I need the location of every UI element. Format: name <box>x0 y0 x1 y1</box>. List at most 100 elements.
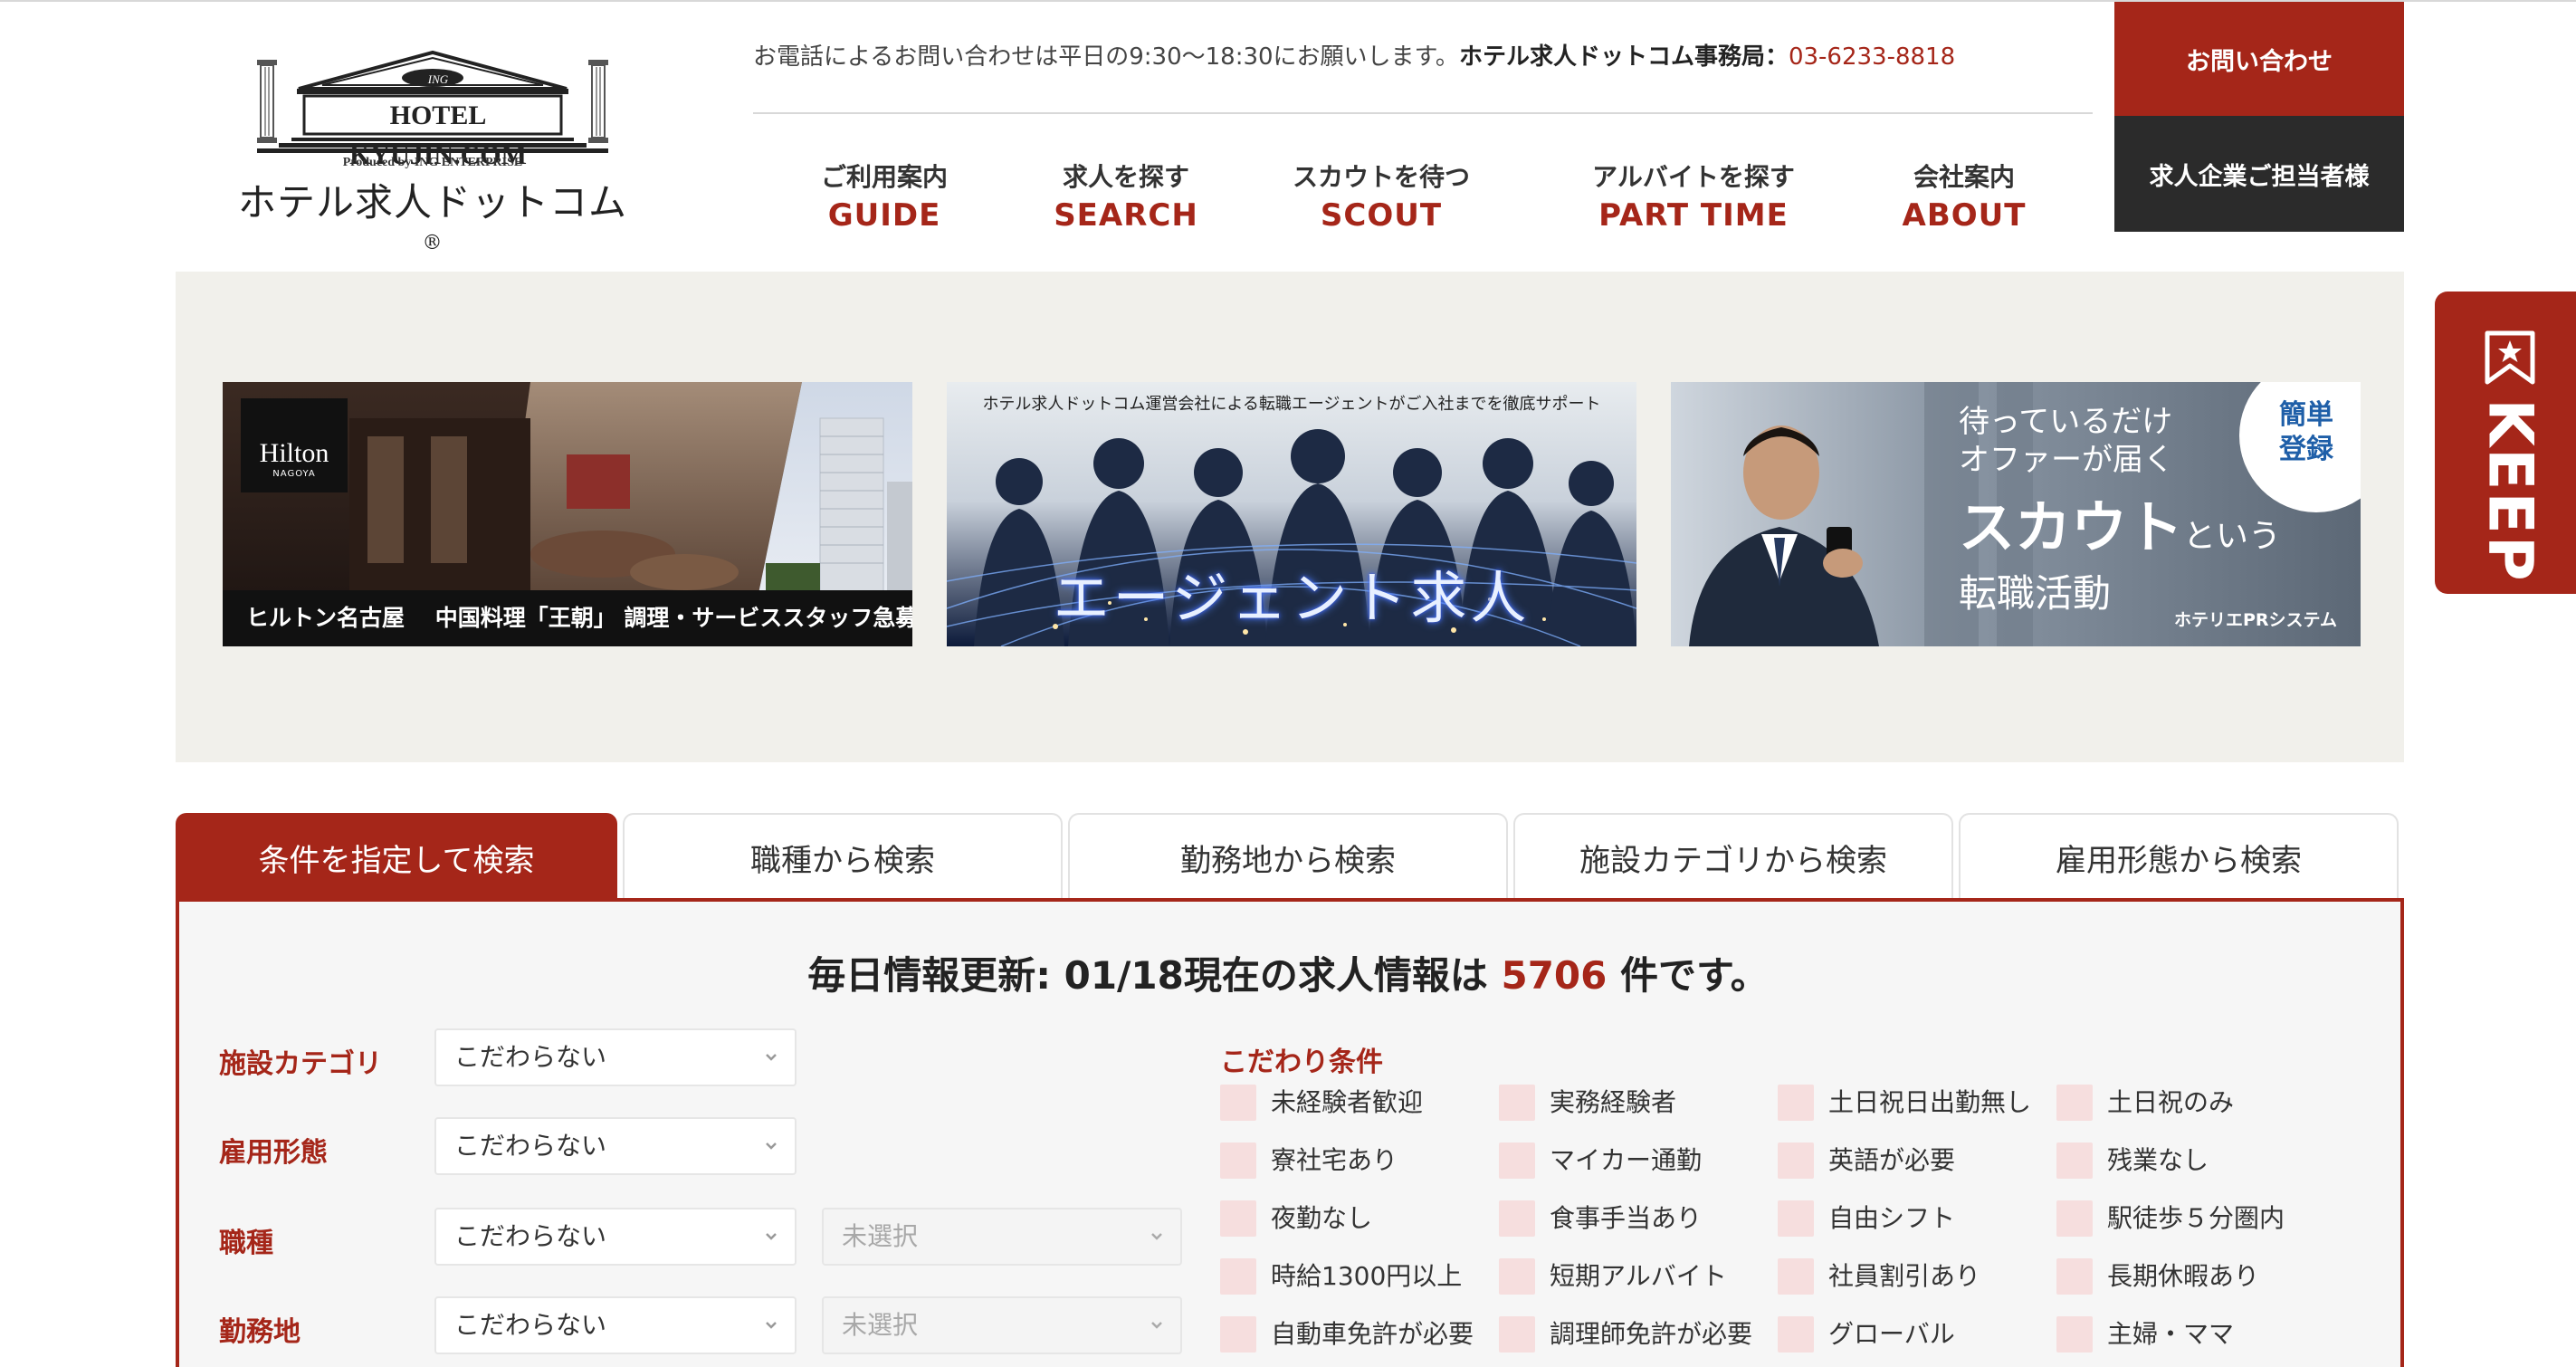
tab-facility-search[interactable]: 施設カテゴリから検索 <box>1513 813 1953 900</box>
job-type-select[interactable]: こだわらない <box>434 1208 797 1266</box>
checkbox-label: 調理師免許が必要 <box>1550 1319 1753 1349</box>
employer-button[interactable]: 求人企業ご担当者様 <box>2114 116 2404 232</box>
checkbox-label: 英語が必要 <box>1828 1145 1956 1175</box>
employment-label: 雇用形態 <box>219 1137 328 1169</box>
nav-guide[interactable]: ご利用案内 GUIDE <box>798 161 970 237</box>
checkbox-label: 駅徒歩５分圏内 <box>2107 1203 2285 1233</box>
banner-hilton[interactable]: Hilton NAGOYA ヒルトン名古屋 中国料理「王朝」 調理・サービススタ… <box>223 382 912 646</box>
banner-scout[interactable]: 簡単 登録 待っているだけ オファーが届く スカウトという 転職活動 ホテリエP… <box>1671 382 2361 646</box>
scout-line-2: オファーが届く <box>1959 442 2174 478</box>
checkbox-label: 短期アルバイト <box>1550 1261 1727 1291</box>
chevron-down-icon <box>766 1322 777 1329</box>
nav-search-en: SEARCH <box>1054 197 1198 234</box>
checkbox-box[interactable] <box>2056 1142 2093 1179</box>
job-count-prefix: 毎日情報更新: 01/18現在の求人情報は <box>807 953 1502 998</box>
inquiry-button[interactable]: お問い合わせ <box>2114 2 2404 116</box>
chevron-down-icon <box>1151 1322 1162 1329</box>
facility-select-value: こだわらない <box>454 1042 607 1072</box>
checkbox-box[interactable] <box>1220 1258 1256 1295</box>
checkbox-box[interactable] <box>1220 1316 1256 1353</box>
phone-number[interactable]: 03-6233-8818 <box>1789 43 1955 71</box>
banner-area: Hilton NAGOYA ヒルトン名古屋 中国料理「王朝」 調理・サービススタ… <box>176 272 2404 762</box>
office-name: ホテル求人ドットコム事務局： <box>1458 43 1789 71</box>
scout-line-3: スカウトという <box>1959 482 2281 563</box>
logo-english-text: HOTEL KYUJIN.COM <box>349 100 527 170</box>
checkbox-box[interactable] <box>1499 1085 1535 1121</box>
checkbox-box[interactable] <box>1220 1142 1256 1179</box>
keep-label: KEEP <box>2460 398 2560 582</box>
checkbox-label: マイカー通勤 <box>1550 1145 1703 1175</box>
hilton-logo-text: Hilton <box>259 438 329 468</box>
facility-select[interactable]: こだわらない <box>434 1028 797 1086</box>
hilton-logo-sub: NAGOYA <box>272 469 316 479</box>
easy-register-text: 簡単 登録 <box>2279 399 2333 465</box>
site-logo[interactable]: ING HOTEL KYUJIN.COM Produced by ING ENT… <box>228 47 637 254</box>
hilton-logo: Hilton NAGOYA <box>241 398 348 492</box>
nav-about-jp: 会社案内 <box>1913 162 2015 192</box>
checkbox-box[interactable] <box>1220 1085 1256 1121</box>
tab-job-type-search[interactable]: 職種から検索 <box>623 813 1063 900</box>
checkbox-box[interactable] <box>1778 1316 1814 1353</box>
nav-search-jp: 求人を探す <box>1062 162 1189 192</box>
banner-agent[interactable]: ホテル求人ドットコム運営会社による転職エージェントがご入社までを徹底サポート エ… <box>947 382 1636 646</box>
checkbox-box[interactable] <box>1499 1142 1535 1179</box>
checkbox-box[interactable] <box>1499 1258 1535 1295</box>
chevron-down-icon <box>766 1054 777 1061</box>
checkbox-box[interactable] <box>2056 1258 2093 1295</box>
employment-select[interactable]: こだわらない <box>434 1117 797 1175</box>
tab-location-search[interactable]: 勤務地から検索 <box>1068 813 1508 900</box>
checkbox-label: 夜勤なし <box>1271 1203 1373 1233</box>
location-label: 勤務地 <box>219 1316 301 1348</box>
chevron-down-icon <box>766 1142 777 1150</box>
facility-label: 施設カテゴリ <box>219 1048 382 1080</box>
checkbox-box[interactable] <box>1778 1258 1814 1295</box>
nav-guide-en: GUIDE <box>827 197 941 234</box>
checkbox-box[interactable] <box>1778 1142 1814 1179</box>
keep-tab[interactable]: KEEP <box>2435 292 2576 594</box>
hilton-caption: ヒルトン名古屋 中国料理「王朝」 調理・サービススタッフ急募 <box>223 590 912 646</box>
tab-employment-search[interactable]: 雇用形態から検索 <box>1959 813 2399 900</box>
tab-condition-search[interactable]: 条件を指定して検索 <box>176 813 617 900</box>
checkbox-label: 寮社宅あり <box>1271 1145 1398 1175</box>
job-type-label: 職種 <box>219 1228 273 1259</box>
checkbox-label: 長期休暇あり <box>2107 1261 2260 1291</box>
logo-produced-by: Produced by ING ENTERPRISE <box>342 156 523 169</box>
scout-line-4: 転職活動 <box>1959 571 2112 616</box>
checkbox-box[interactable] <box>1778 1085 1814 1121</box>
job-type-sub-select[interactable]: 未選択 <box>822 1208 1182 1266</box>
checkbox-box[interactable] <box>1499 1200 1535 1237</box>
nav-part-time-en: PART TIME <box>1598 197 1789 234</box>
checkbox-box[interactable] <box>1778 1200 1814 1237</box>
checkbox-box[interactable] <box>2056 1316 2093 1353</box>
logo-monogram: ING <box>427 72 449 86</box>
keep-text: KEEP <box>2474 398 2546 583</box>
scout-to-iu: という <box>2183 518 2282 555</box>
nav-about-en: ABOUT <box>1902 197 2027 234</box>
checkbox-label: 自動車免許が必要 <box>1271 1319 1474 1349</box>
checkbox-label: 時給1300円以上 <box>1271 1261 1463 1291</box>
checkbox-label: 残業なし <box>2107 1145 2209 1175</box>
checkbox-box[interactable] <box>2056 1085 2093 1121</box>
checkbox-label: 主婦・ママ <box>2107 1319 2235 1349</box>
nav-search[interactable]: 求人を探す SEARCH <box>1045 161 1207 237</box>
job-type-select-value: こだわらない <box>454 1221 607 1251</box>
checkbox-label: 実務経験者 <box>1550 1087 1677 1117</box>
header-divider <box>753 112 2093 114</box>
job-type-sub-value: 未選択 <box>842 1221 919 1251</box>
nav-scout[interactable]: スカウトを待つ SCOUT <box>1273 161 1490 237</box>
location-select[interactable]: こだわらない <box>434 1296 797 1354</box>
checkbox-label: 土日祝日出勤無し <box>1828 1087 2032 1117</box>
employment-select-value: こだわらない <box>454 1131 607 1161</box>
agent-banner-subtitle: ホテル求人ドットコム運営会社による転職エージェントがご入社までを徹底サポート <box>982 395 1601 414</box>
nav-part-time[interactable]: アルバイトを探す PART TIME <box>1571 161 1816 237</box>
location-sub-select[interactable]: 未選択 <box>822 1296 1182 1354</box>
checkbox-box[interactable] <box>1220 1200 1256 1237</box>
nav-about[interactable]: 会社案内 ABOUT <box>1883 161 2046 237</box>
checkbox-box[interactable] <box>2056 1200 2093 1237</box>
contact-note: お電話によるお問い合わせは平日の9:30〜18:30にお願いします。 <box>753 43 1459 71</box>
checkbox-label: 社員割引あり <box>1828 1261 1981 1291</box>
checkbox-box[interactable] <box>1499 1316 1535 1353</box>
nav-scout-jp: スカウトを待つ <box>1292 162 1470 192</box>
star-bookmark-icon <box>2485 330 2535 385</box>
checkbox-label: 未経験者歓迎 <box>1271 1087 1424 1117</box>
